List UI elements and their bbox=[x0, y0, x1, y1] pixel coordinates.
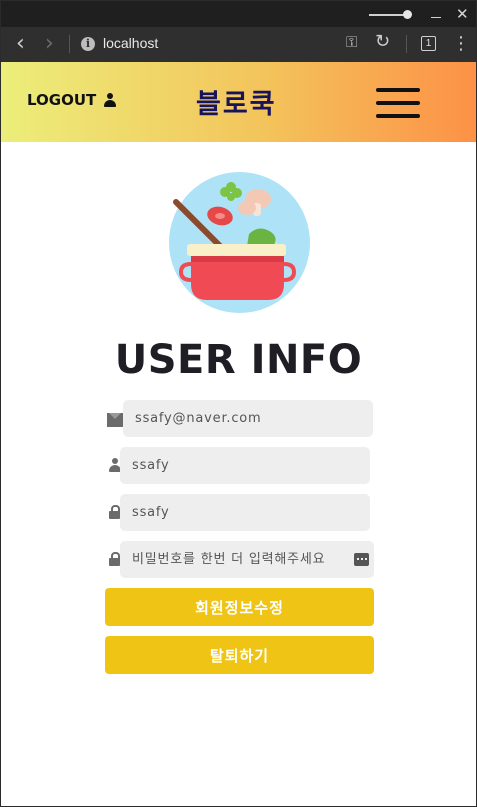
window-titlebar: ✕ bbox=[1, 1, 476, 27]
logout-label: LOGOUT bbox=[27, 91, 97, 109]
back-arrow-icon[interactable]: ‹ bbox=[16, 31, 25, 57]
tab-count-icon[interactable]: 1 bbox=[421, 36, 436, 51]
password-confirm-field[interactable] bbox=[120, 541, 374, 578]
envelope-icon bbox=[107, 413, 123, 427]
page-title: USER INFO bbox=[114, 337, 363, 383]
toolbar-divider bbox=[69, 35, 70, 53]
key-icon[interactable]: ⚿ bbox=[346, 33, 357, 51]
cooking-pot-logo-icon bbox=[169, 172, 310, 313]
user-icon bbox=[104, 93, 117, 107]
toolbar-divider bbox=[406, 35, 407, 53]
logout-button[interactable]: LOGOUT bbox=[27, 91, 117, 109]
minimize-icon[interactable] bbox=[431, 17, 441, 18]
password-confirm-row bbox=[105, 541, 375, 578]
email-field[interactable] bbox=[123, 400, 373, 437]
hamburger-menu-icon[interactable] bbox=[376, 88, 420, 118]
name-row bbox=[105, 447, 375, 484]
close-icon[interactable]: ✕ bbox=[456, 5, 469, 23]
password-manager-icon[interactable] bbox=[354, 553, 369, 566]
address-bar[interactable]: localhost bbox=[103, 35, 158, 51]
brand-logo-text[interactable]: 블로쿡 bbox=[196, 82, 277, 121]
update-profile-button[interactable]: 회원정보수정 bbox=[105, 588, 374, 626]
reload-icon[interactable]: ↻ bbox=[375, 31, 390, 52]
email-row bbox=[105, 400, 375, 437]
browser-toolbar: ‹ › i localhost ⚿ ↻ 1 ⋮ bbox=[1, 27, 476, 62]
name-field[interactable] bbox=[120, 447, 370, 484]
site-info-icon[interactable]: i bbox=[81, 37, 95, 51]
password-field[interactable] bbox=[120, 494, 370, 531]
zoom-slider-knob[interactable] bbox=[403, 10, 412, 19]
password-row bbox=[105, 494, 375, 531]
forward-arrow-icon[interactable]: › bbox=[45, 31, 54, 57]
site-header: LOGOUT 블로쿡 bbox=[1, 62, 476, 142]
browser-menu-icon[interactable]: ⋮ bbox=[452, 31, 470, 57]
withdraw-button[interactable]: 탈퇴하기 bbox=[105, 636, 374, 674]
